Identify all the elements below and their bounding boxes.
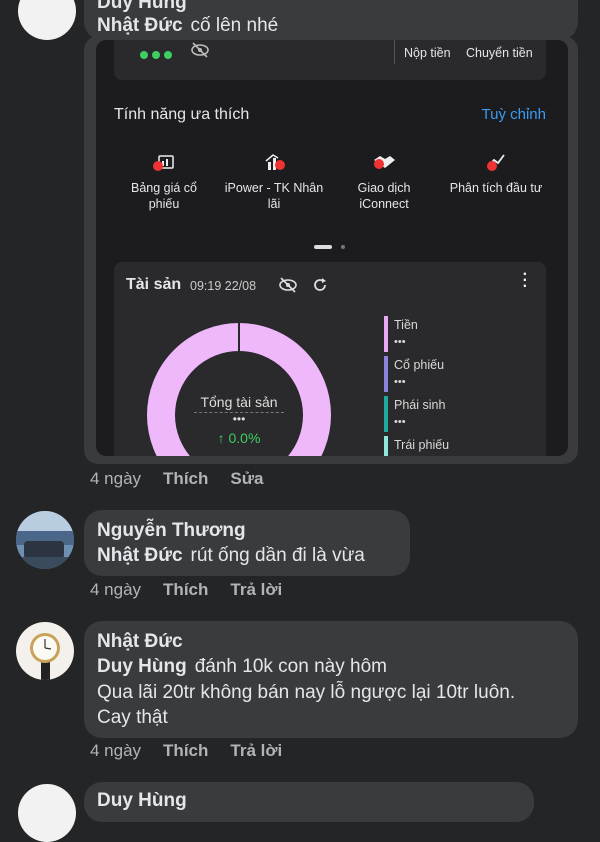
avatar-nguyen-thuong[interactable] [16,511,74,569]
assets-title: Tài sản [126,276,182,293]
comment-author[interactable]: Nguyễn Thương [97,520,246,542]
legend-cash: Tiền [394,318,418,332]
eye-off-icon[interactable] [278,277,298,293]
customize-link[interactable]: Tuỳ chỉnh [482,106,546,123]
legend-hidden: ••• [394,336,406,348]
assets-card: Tài sản 09:19 22/08 · · · Tổng tài sản •••… [114,262,546,456]
avatar-duy-hung[interactable] [18,0,76,40]
legend-derivatives: Phái sinh [394,398,446,412]
avatar-nhat-duc[interactable] [16,622,74,680]
analysis-icon [487,154,505,171]
balance-card: Nộp tiền Chuyển tiền [114,40,546,80]
feature-label: Bảng giá cổ phiếu [130,181,198,211]
handshake-icon [374,156,395,169]
reply-button[interactable]: Trả lời [230,741,282,761]
comment-meta: 4 ngày Thích Sửa [90,469,264,489]
feature-analysis[interactable]: Phân tích đầu tư [440,152,552,196]
comment-meta: 4 ngày Thích Trả lời [90,580,282,600]
comment-text: cố lên nhé [190,15,279,36]
comment-author[interactable]: Duy Hùng [97,790,187,812]
comment-text: đánh 10k con này hôm [194,656,387,677]
avatar-duy-hung[interactable] [18,784,76,842]
transfer-button[interactable]: Chuyển tiền [466,46,533,60]
balance-hidden-dots [140,46,176,64]
feature-label: iPower - TK Nhân lãi [224,181,324,211]
feature-price-board[interactable]: Bảng giá cổ phiếu [114,152,214,212]
deposit-button[interactable]: Nộp tiền [404,46,451,60]
mention-tag[interactable]: Duy Hùng [97,656,187,677]
comment-text-line: Cay thật [97,707,168,728]
carousel-pagination [314,236,346,254]
comment-body: Nhật Đức cố lên nhé [97,15,278,37]
mention-tag[interactable]: Nhật Đức [97,545,183,566]
legend-hidden: ••• [394,376,406,388]
favorites-title: Tính năng ưa thích [114,106,250,123]
comment-body: Nhật Đức rút ống dần đi là vừa [97,545,365,567]
assets-timestamp: 09:19 22/08 [190,279,257,293]
comment-author[interactable]: Duy Hùng [97,0,187,14]
comment-time[interactable]: 4 ngày [90,469,141,489]
legend-hidden: ••• [394,416,406,428]
comment-author[interactable]: Nhật Đức [97,631,183,653]
legend-bonds: Trái phiếu [394,438,450,452]
like-button[interactable]: Thích [163,469,208,489]
price-board-icon [153,155,174,171]
comment-text-line: Qua lãi 20tr không bán nay lỗ ngược lại … [97,682,516,703]
comment-body: Duy Hùng đánh 10k con này hôm [97,656,387,678]
comment-time[interactable]: 4 ngày [90,580,141,600]
total-change: ↑ 0.0% [217,430,261,446]
mention-tag[interactable]: Nhật Đức [97,15,183,36]
comment-time[interactable]: 4 ngày [90,741,141,761]
assets-legend: Tiền ••• Cổ phiếu ••• Phái sinh ••• Trái… [384,316,534,456]
legend-stocks: Cổ phiếu [394,358,445,372]
edit-button[interactable]: Sửa [230,469,263,489]
total-assets-hidden: ••• [232,412,246,426]
feature-iconnect[interactable]: Giao dịch iConnect [334,152,434,212]
comment-text: rút ống dần đi là vừa [190,545,365,566]
more-options-icon[interactable]: · · · [523,267,528,295]
attached-screenshot[interactable]: Nộp tiền Chuyển tiền Tính năng ưa thích … [96,40,568,456]
comment-meta: 4 ngày Thích Trả lời [90,741,282,761]
feature-label: Giao dịch iConnect [357,181,411,211]
refresh-icon[interactable] [312,277,328,293]
feature-ipower[interactable]: iPower - TK Nhân lãi [224,152,324,212]
reply-button[interactable]: Trả lời [230,580,282,600]
ipower-icon [265,154,285,170]
feature-label: Phân tích đầu tư [449,181,543,195]
eye-off-icon[interactable] [190,42,210,58]
like-button[interactable]: Thích [163,741,208,761]
total-assets-label: Tổng tài sản [194,394,284,413]
like-button[interactable]: Thích [163,580,208,600]
